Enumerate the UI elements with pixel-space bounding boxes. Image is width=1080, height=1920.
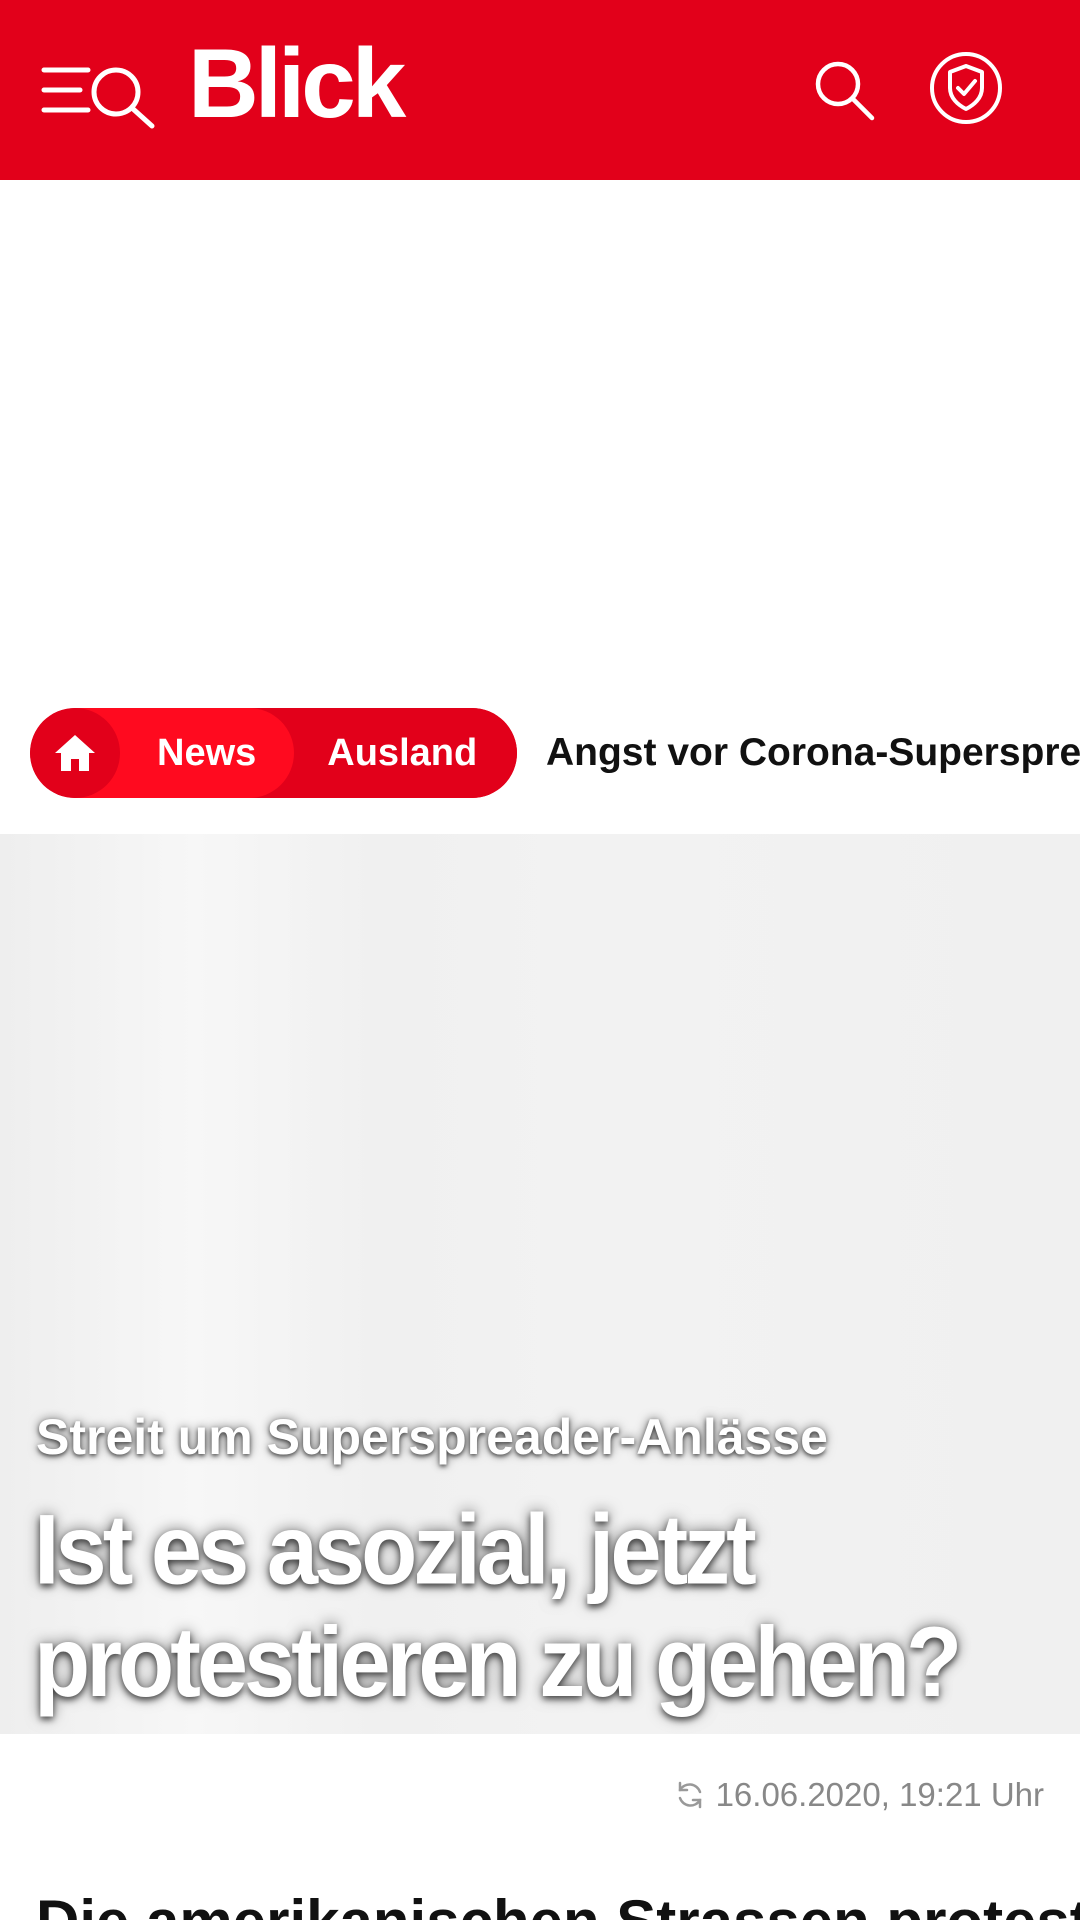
article-lead: Die amerikanischen Strassen protest (36, 1892, 1080, 1920)
article-timestamp: 16.06.2020, 19:21 Uhr (674, 1776, 1044, 1814)
blick-logo[interactable]: Blick (188, 34, 406, 132)
breadcrumb-home[interactable] (30, 708, 120, 798)
headline-line-2: protestieren zu gehen? (34, 1607, 962, 1718)
breadcrumb-pill: News Ausland (30, 708, 518, 798)
menu-search-icon (41, 67, 155, 129)
hero-image[interactable]: Streit um Superspreader-Anlässe Ist es a… (0, 834, 1080, 1734)
ad-placeholder (0, 180, 1080, 680)
shield-check-icon (930, 52, 1002, 124)
article-headline: Ist es asozial, jetzt protestieren zu ge… (34, 1494, 1034, 1719)
privacy-button[interactable] (928, 50, 1004, 126)
top-header: Blick (0, 0, 1080, 180)
article-kicker: Streit um Superspreader-Anlässe (36, 1409, 828, 1465)
breadcrumb: News Ausland (30, 708, 518, 798)
breadcrumb-article-title: Angst vor Corona-Superspreader-Anlässen (546, 731, 1080, 774)
home-icon (55, 735, 95, 771)
search-button[interactable] (812, 58, 878, 124)
headline-line-1: Ist es asozial, jetzt (34, 1495, 757, 1606)
timestamp-text: 16.06.2020, 19:21 Uhr (715, 1776, 1044, 1813)
refresh-icon (678, 1781, 701, 1809)
search-icon (815, 61, 875, 121)
menu-button[interactable] (40, 60, 160, 130)
page: Blick News Ausland Angst vor Corona-Supe… (0, 0, 1080, 1920)
